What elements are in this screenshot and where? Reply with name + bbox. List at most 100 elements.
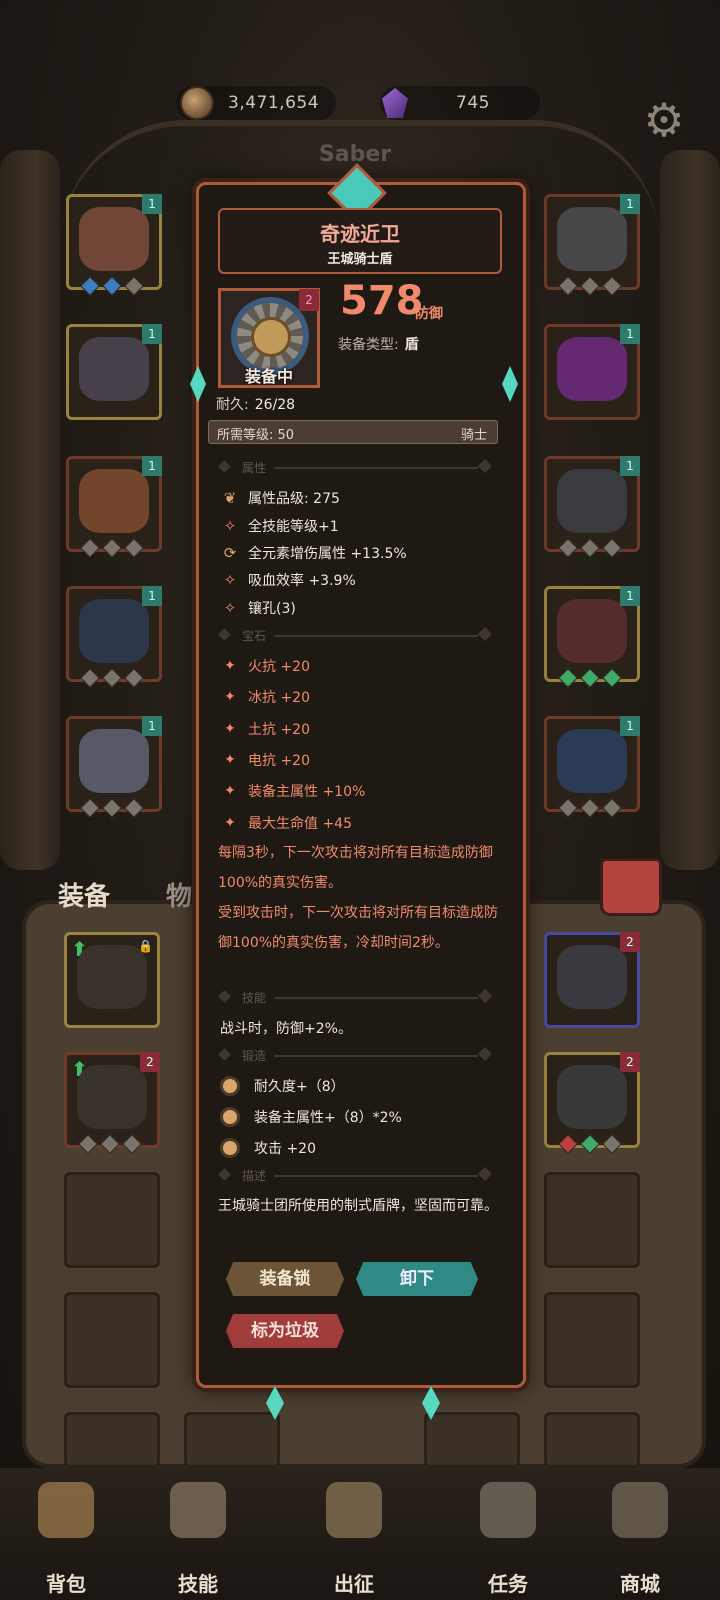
section-header-skills: 技能 [214, 988, 496, 1008]
sparkle-icon: ✦ [224, 783, 236, 799]
gem-sockets [80, 276, 144, 296]
attribute-row: ❦ 属性品级: 275 [220, 488, 340, 508]
slot-level-badge: 1 [620, 194, 640, 214]
mark-junk-button[interactable]: 标为垃圾 [226, 1314, 344, 1348]
gem-stat-row: ✦ 最大生命值 +45 [220, 813, 352, 833]
gem-stat-row: ✦ 装备主属性 +10% [220, 781, 365, 801]
equipment-type-label: 装备类型: [338, 337, 399, 353]
gem-value: 745 [456, 93, 490, 113]
slot-level-badge: 1 [142, 716, 162, 736]
attribute-row: ⟳ 全元素增伤属性 +13.5% [220, 543, 407, 563]
empty-inventory-slot[interactable] [424, 1412, 520, 1468]
equip-slot-shoulder[interactable]: 1 [544, 456, 640, 558]
armor-art [79, 337, 149, 401]
equip-slot-boots[interactable]: 1 [66, 716, 162, 818]
forge-bonus-row: 装备主属性+（8）*2% [220, 1107, 402, 1127]
equip-slot-helmet[interactable]: 1 [544, 194, 640, 296]
equip-lock-button[interactable]: 装备锁 [226, 1262, 344, 1296]
gem-sockets [558, 538, 622, 558]
slot-level-badge: 1 [620, 456, 640, 476]
slot-level-badge: 2 [620, 932, 640, 952]
sparkle-icon: ✦ [224, 815, 236, 831]
background-pillar-left [0, 150, 60, 870]
nav-shop[interactable]: 商城 [590, 1468, 690, 1600]
unequip-button[interactable]: 卸下 [356, 1262, 478, 1296]
element-cycle-icon: ⟳ [223, 544, 237, 562]
helmet-art [557, 207, 627, 271]
helmet-art [557, 1065, 627, 1129]
gem-sockets [558, 668, 622, 688]
shield-boss [251, 317, 291, 357]
equip-slot-offhand[interactable]: 1 [544, 716, 640, 818]
equip-slot-head-left[interactable]: 1 [66, 194, 162, 296]
socket-icon: ✧ [223, 599, 237, 617]
item-subtitle: 王城骑士盾 [327, 252, 393, 267]
backpack-icon [38, 1482, 94, 1538]
gem-stat-row: ✦ 电抗 +20 [220, 750, 310, 770]
tab-equipment[interactable]: 装备 [58, 876, 110, 913]
empty-inventory-slot[interactable] [184, 1412, 280, 1468]
empty-inventory-slot[interactable] [64, 1412, 160, 1468]
coin-icon [180, 86, 214, 120]
section-header-forge: 锻造 [214, 1046, 496, 1066]
empty-inventory-slot[interactable] [64, 1292, 160, 1388]
item-title-box: 奇迹近卫 王城骑士盾 [218, 208, 502, 274]
durability: 耐久: 26/28 [216, 394, 295, 414]
skill-effect-text: 战斗时，防御+2%。 [220, 1021, 352, 1037]
gem-sockets [80, 538, 144, 558]
gear-icon[interactable]: ⚙ [636, 92, 692, 148]
skill-level-icon: ✧ [223, 517, 237, 535]
forge-dot-icon [220, 1076, 240, 1096]
empty-inventory-slot[interactable] [544, 1172, 640, 1268]
slot-level-badge: 2 [620, 1052, 640, 1072]
empty-inventory-slot[interactable] [544, 1412, 640, 1468]
equip-slot-weapon[interactable]: 1 [544, 586, 640, 688]
gem-sockets [558, 798, 622, 818]
nav-label: 背包 [46, 1572, 86, 1596]
sack-mask-art [79, 207, 149, 271]
trash-icon[interactable] [600, 858, 662, 916]
gem-sockets [80, 798, 144, 818]
inventory-slot[interactable]: ⬆ 2 [64, 1052, 160, 1154]
sparkle-icon: ✦ [224, 689, 236, 705]
inventory-slot[interactable]: ⬆ 🔒 [64, 932, 160, 1028]
nav-backpack[interactable]: 背包 [16, 1468, 116, 1600]
item-icon-frame: 2 装备中 [218, 288, 320, 388]
slot-level-badge: 1 [620, 586, 640, 606]
equip-slot-armor[interactable]: 1 [66, 324, 162, 420]
special-effect-text: 每隔3秒，下一次攻击将对所有目标造成防御100%的真实伤害。 [218, 845, 493, 891]
attribute-row: ✧ 镶孔(3) [220, 598, 296, 618]
durability-value: 26/28 [254, 397, 296, 413]
hero-name: Saber [318, 142, 392, 167]
gem-sockets [80, 668, 144, 688]
equip-slot-gloves[interactable]: 1 [66, 456, 162, 558]
inventory-slot[interactable]: 2 [544, 1052, 640, 1154]
empty-inventory-slot[interactable] [64, 1172, 160, 1268]
equipment-type-value: 盾 [404, 337, 419, 353]
equip-lock-label: 装备锁 [259, 1269, 311, 1289]
requirement-bar: 所需等级: 50 骑士 [208, 420, 498, 444]
quality-icon: ❦ [223, 489, 237, 507]
lifesteal-icon: ✧ [223, 571, 237, 589]
required-level: 所需等级: 50 [217, 428, 295, 443]
shop-icon [612, 1482, 668, 1538]
slot-level-badge: 1 [142, 456, 162, 476]
gem-icon [382, 88, 408, 118]
nav-label: 商城 [620, 1572, 660, 1596]
section-header-gems: 宝石 [214, 626, 496, 646]
item-name: 奇迹近卫 [320, 222, 400, 246]
bottom-nav: 背包 技能 出征 任务 商城 [0, 1468, 720, 1600]
empty-inventory-slot[interactable] [544, 1292, 640, 1388]
cross-shield-art [557, 729, 627, 793]
mark-junk-label: 标为垃圾 [251, 1321, 319, 1341]
inventory-slot[interactable]: 2 [544, 932, 640, 1028]
nav-battle[interactable]: 出征 [304, 1468, 404, 1600]
equip-slot-amulet[interactable]: 1 [544, 324, 640, 420]
required-class: 骑士 [460, 428, 487, 443]
gem-counter: 745 [380, 86, 540, 120]
nav-skills[interactable]: 技能 [148, 1468, 248, 1600]
nav-label: 任务 [488, 1572, 528, 1596]
nav-quests[interactable]: 任务 [458, 1468, 558, 1600]
equip-slot-legs[interactable]: 1 [66, 586, 162, 688]
skill-book-icon [170, 1482, 226, 1538]
